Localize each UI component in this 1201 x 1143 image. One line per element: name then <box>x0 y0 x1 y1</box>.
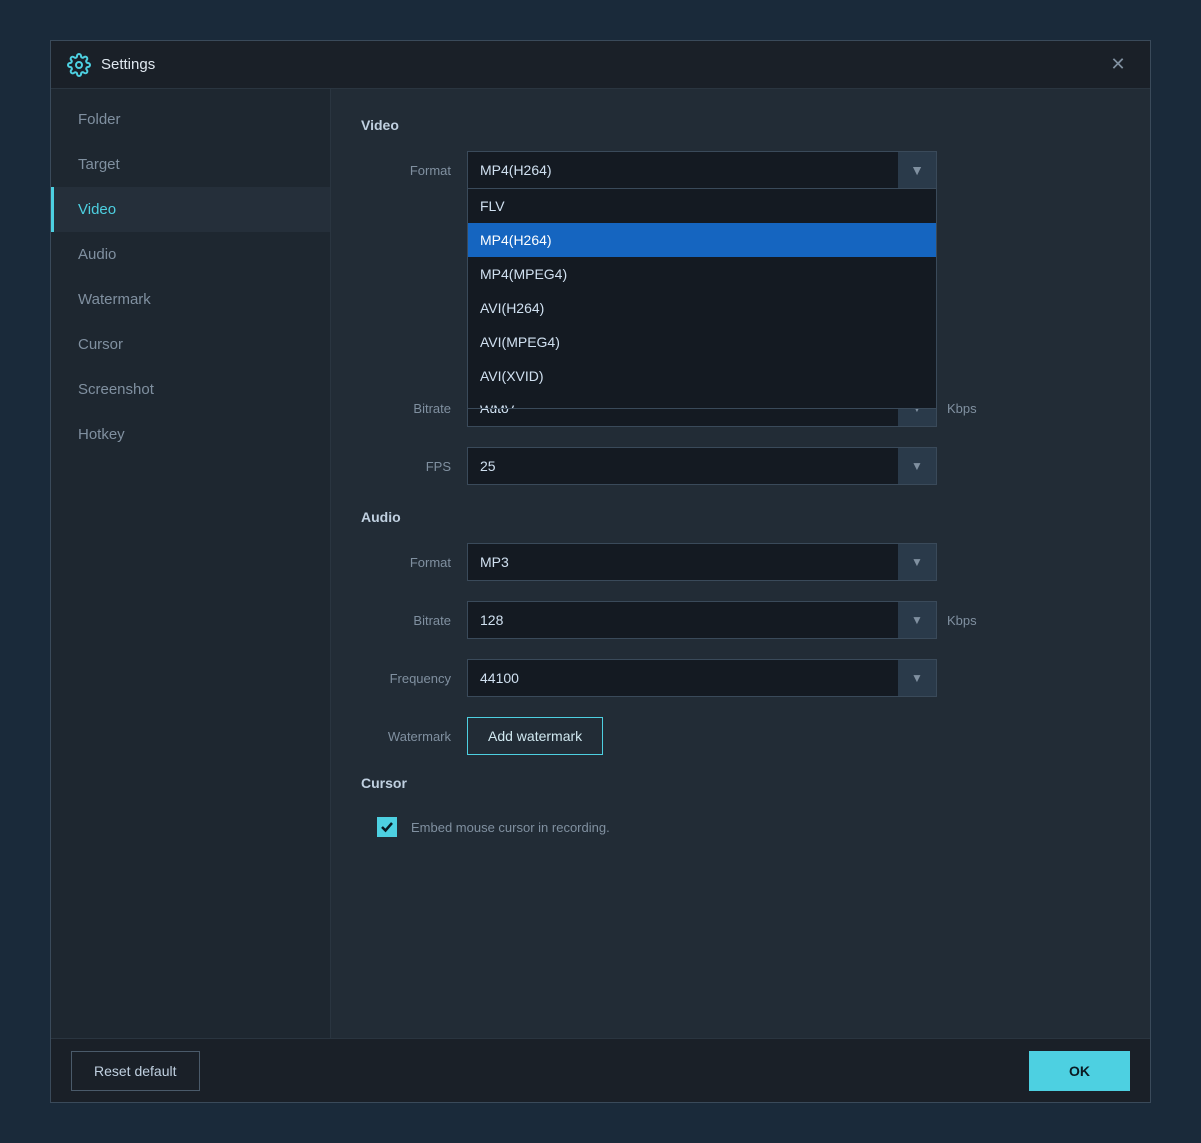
settings-icon <box>67 53 91 77</box>
format-option-avih264[interactable]: AVI(H264) <box>468 291 936 325</box>
embed-cursor-row: Embed mouse cursor in recording. <box>377 809 1120 845</box>
sidebar-item-cursor[interactable]: Cursor <box>51 322 330 367</box>
embed-cursor-checkbox[interactable] <box>377 817 397 837</box>
content-inner: Video Format MP4(H264) ▼ FLV MP4(H264) M… <box>331 89 1150 1038</box>
format-option-mp4mpeg4[interactable]: MP4(MPEG4) <box>468 257 936 291</box>
audio-bitrate-value: 128 <box>480 612 503 628</box>
format-dropdown-arrow: ▼ <box>898 152 936 188</box>
fps-select-wrapper: 25 ▼ <box>467 447 937 485</box>
audio-format-row: Format MP3 ▼ <box>361 543 1120 581</box>
audio-format-dropdown-arrow: ▼ <box>898 544 936 580</box>
audio-format-value: MP3 <box>480 554 509 570</box>
sidebar-item-target[interactable]: Target <box>51 142 330 187</box>
settings-window: Settings ✕ Folder Target Video Audio Wat… <box>50 40 1151 1103</box>
audio-format-select-wrapper: MP3 ▼ <box>467 543 937 581</box>
main-content: Folder Target Video Audio Watermark Curs… <box>51 89 1150 1038</box>
fps-dropdown-arrow: ▼ <box>898 448 936 484</box>
cursor-section: Cursor Embed mouse cursor in recording. <box>361 775 1120 845</box>
format-option-wmv[interactable]: WMV <box>468 393 936 409</box>
content-area: Video Format MP4(H264) ▼ FLV MP4(H264) M… <box>331 89 1150 1038</box>
audio-section-title: Audio <box>361 509 1120 525</box>
watermark-row: Watermark Add watermark <box>361 717 1120 755</box>
format-option-avixvid[interactable]: AVI(XVID) <box>468 359 936 393</box>
window-title: Settings <box>101 56 1102 73</box>
ok-button[interactable]: OK <box>1029 1051 1130 1091</box>
bitrate-unit: Kbps <box>947 401 977 416</box>
video-section-title: Video <box>361 117 1120 133</box>
embed-cursor-label: Embed mouse cursor in recording. <box>411 820 610 835</box>
fps-row: FPS 25 ▼ <box>361 447 1120 485</box>
format-option-mp4h264[interactable]: MP4(H264) <box>468 223 936 257</box>
sidebar-item-folder[interactable]: Folder <box>51 97 330 142</box>
watermark-label: Watermark <box>361 729 451 744</box>
sidebar-item-video[interactable]: Video <box>51 187 330 232</box>
format-dropdown-trigger[interactable]: MP4(H264) ▼ <box>467 151 937 189</box>
add-watermark-button[interactable]: Add watermark <box>467 717 603 755</box>
audio-format-label: Format <box>361 555 451 570</box>
frequency-row: Frequency 44100 ▼ <box>361 659 1120 697</box>
format-option-flv[interactable]: FLV <box>468 189 936 223</box>
audio-bitrate-dropdown-arrow: ▼ <box>898 602 936 638</box>
format-dropdown-container: MP4(H264) ▼ FLV MP4(H264) MP4(MPEG4) AVI… <box>467 151 937 189</box>
frequency-value: 44100 <box>480 670 519 686</box>
frequency-dropdown-arrow: ▼ <box>898 660 936 696</box>
bitrate-label: Bitrate <box>361 401 451 416</box>
sidebar-item-screenshot[interactable]: Screenshot <box>51 367 330 412</box>
footer: Reset default OK <box>51 1038 1150 1102</box>
fps-label: FPS <box>361 459 451 474</box>
sidebar: Folder Target Video Audio Watermark Curs… <box>51 89 331 1038</box>
close-button[interactable]: ✕ <box>1102 49 1134 81</box>
format-dropdown-list: FLV MP4(H264) MP4(MPEG4) AVI(H264) AVI(M… <box>467 189 937 409</box>
format-selected-value: MP4(H264) <box>480 162 552 178</box>
audio-bitrate-row: Bitrate 128 ▼ Kbps <box>361 601 1120 639</box>
audio-bitrate-unit: Kbps <box>947 613 977 628</box>
sidebar-item-audio[interactable]: Audio <box>51 232 330 277</box>
reset-default-button[interactable]: Reset default <box>71 1051 200 1091</box>
titlebar: Settings ✕ <box>51 41 1150 89</box>
cursor-section-title: Cursor <box>361 775 1120 791</box>
sidebar-item-watermark[interactable]: Watermark <box>51 277 330 322</box>
audio-bitrate-label: Bitrate <box>361 613 451 628</box>
frequency-select-wrapper: 44100 ▼ <box>467 659 937 697</box>
format-option-avimpeg4[interactable]: AVI(MPEG4) <box>468 325 936 359</box>
frequency-label: Frequency <box>361 671 451 686</box>
format-label: Format <box>361 163 451 178</box>
sidebar-item-hotkey[interactable]: Hotkey <box>51 412 330 457</box>
format-row: Format MP4(H264) ▼ FLV MP4(H264) MP4(MPE… <box>361 151 1120 189</box>
fps-value: 25 <box>480 458 496 474</box>
audio-bitrate-select-wrapper: 128 ▼ <box>467 601 937 639</box>
